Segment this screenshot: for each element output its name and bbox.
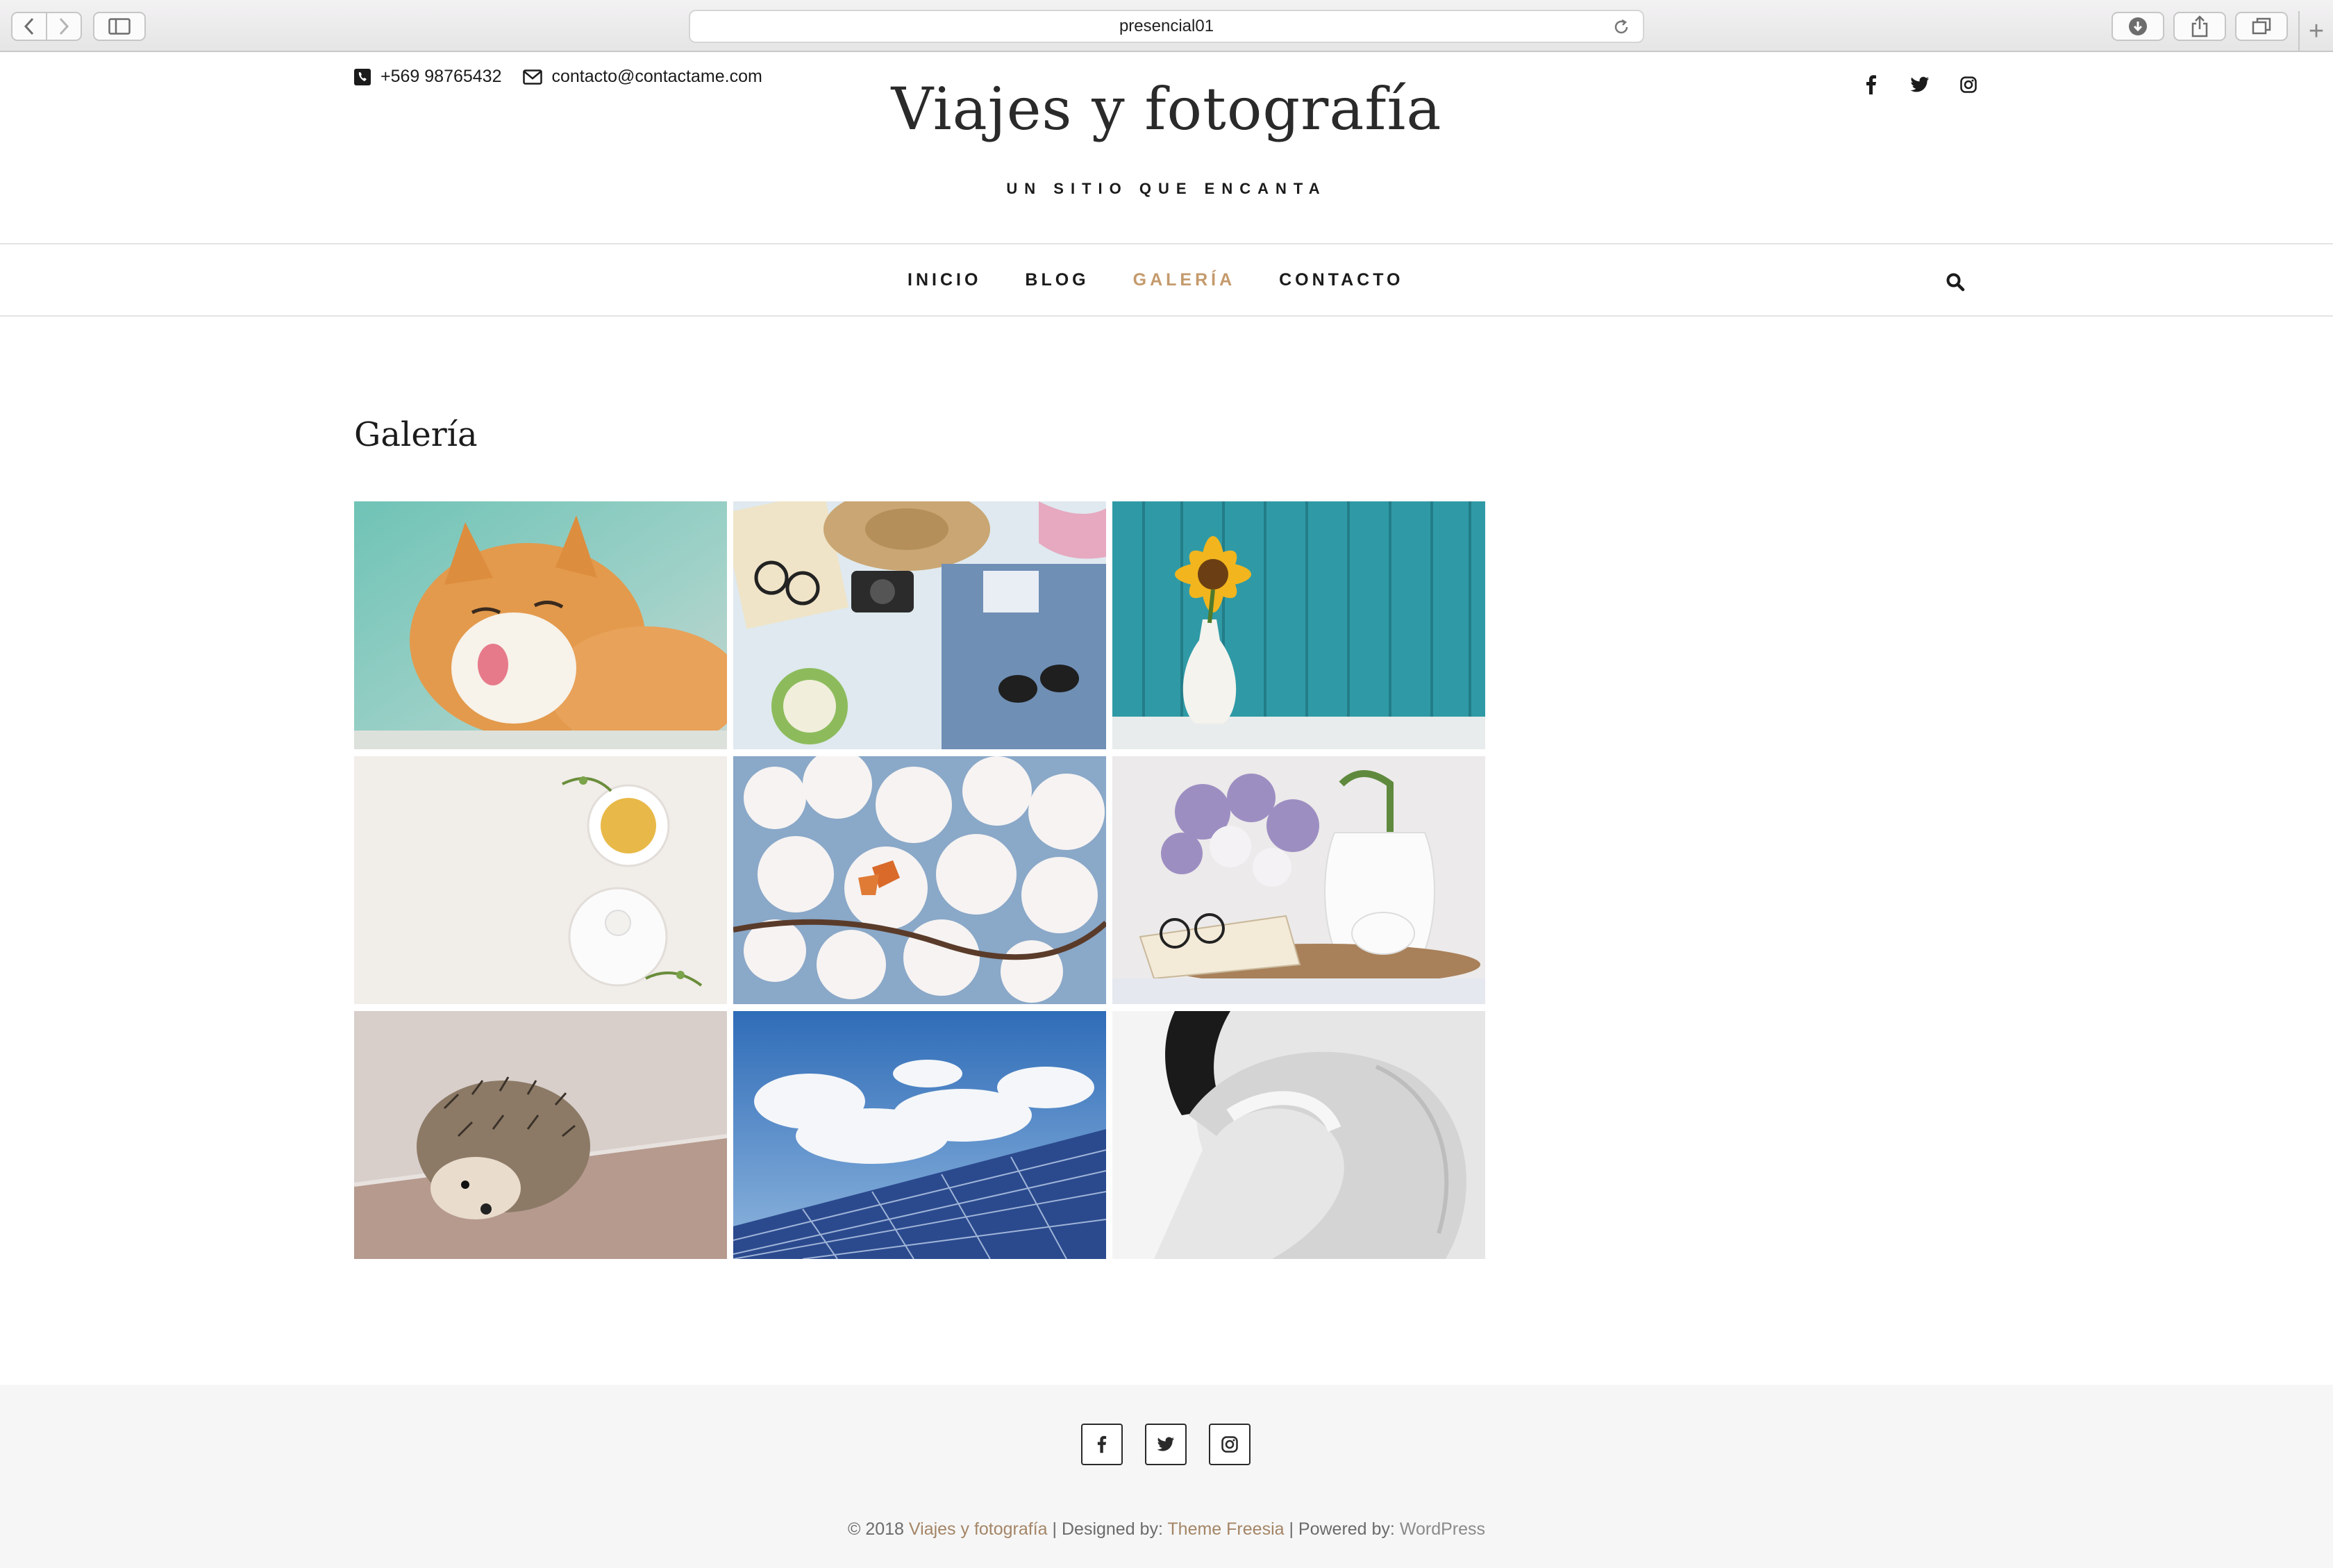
page-title: Galería <box>354 415 478 454</box>
address-bar[interactable]: presencial01 <box>689 10 1644 43</box>
chevron-left-icon <box>24 17 34 35</box>
share-icon <box>2191 15 2208 37</box>
designed-by-label: | Designed by: <box>1047 1519 1168 1539</box>
site-title[interactable]: Viajes y fotografía <box>0 75 2333 143</box>
designer-link[interactable]: Theme Freesia <box>1167 1519 1284 1539</box>
gallery-image-travel[interactable] <box>733 501 1106 749</box>
site-footer: © 2018 Viajes y fotografía | Designed by… <box>0 1385 2333 1568</box>
tabs-icon <box>2252 17 2271 35</box>
gallery-image-lilacs[interactable] <box>1112 756 1485 1004</box>
browser-nav-buttons <box>11 12 82 41</box>
footer-instagram-link[interactable] <box>1209 1424 1251 1465</box>
search-icon <box>1946 273 1965 292</box>
new-tab-button[interactable]: + <box>2298 11 2333 51</box>
forward-button[interactable] <box>46 13 81 40</box>
url-text: presencial01 <box>1119 17 1214 35</box>
gallery-image-hedgehog[interactable] <box>354 1011 727 1259</box>
gallery-image-tea[interactable] <box>354 756 727 1004</box>
wordpress-link[interactable]: WordPress <box>1400 1519 1485 1539</box>
browser-toolbar: presencial01 + <box>0 0 2333 52</box>
footer-facebook-link[interactable] <box>1081 1424 1123 1465</box>
image-gallery <box>354 501 1486 1259</box>
nav-item-contacto[interactable]: CONTACTO <box>1279 270 1403 290</box>
nav-item-galeria[interactable]: GALERÍA <box>1133 270 1236 290</box>
instagram-icon <box>1221 1436 1238 1453</box>
reload-icon[interactable] <box>1612 18 1630 36</box>
downloads-button[interactable] <box>2112 12 2164 41</box>
download-icon <box>2129 17 2147 35</box>
nav-menu: INICIO BLOG GALERÍA CONTACTO <box>885 244 1424 315</box>
facebook-icon <box>1097 1435 1107 1453</box>
footer-social-links <box>1081 1424 1273 1465</box>
copyright-prefix: © 2018 <box>847 1519 909 1539</box>
plus-icon: + <box>2308 16 2325 46</box>
copyright-text: © 2018 Viajes y fotografía | Designed by… <box>0 1519 2333 1540</box>
nav-item-inicio[interactable]: INICIO <box>908 270 981 290</box>
tabs-overview-button[interactable] <box>2235 12 2288 41</box>
sidebar-toggle-button[interactable] <box>93 12 146 41</box>
nav-item-blog[interactable]: BLOG <box>1025 270 1089 290</box>
gallery-image-cat[interactable] <box>354 501 727 749</box>
gallery-image-solar[interactable] <box>733 1011 1106 1259</box>
chevron-right-icon <box>59 17 69 35</box>
gallery-image-blossom[interactable] <box>733 756 1106 1004</box>
powered-by-label: | Powered by: <box>1284 1519 1400 1539</box>
sidebar-icon <box>108 18 131 35</box>
main-navigation: INICIO BLOG GALERÍA CONTACTO <box>0 243 2333 317</box>
gallery-image-sunflower[interactable] <box>1112 501 1485 749</box>
footer-twitter-link[interactable] <box>1145 1424 1187 1465</box>
gallery-image-swan[interactable] <box>1112 1011 1485 1259</box>
search-button[interactable] <box>1943 269 1968 294</box>
twitter-icon <box>1157 1437 1174 1451</box>
back-button[interactable] <box>12 13 46 40</box>
share-button[interactable] <box>2173 12 2226 41</box>
site-tagline: UN SITIO QUE ENCANTA <box>1006 180 1327 197</box>
footer-site-link[interactable]: Viajes y fotografía <box>909 1519 1048 1539</box>
